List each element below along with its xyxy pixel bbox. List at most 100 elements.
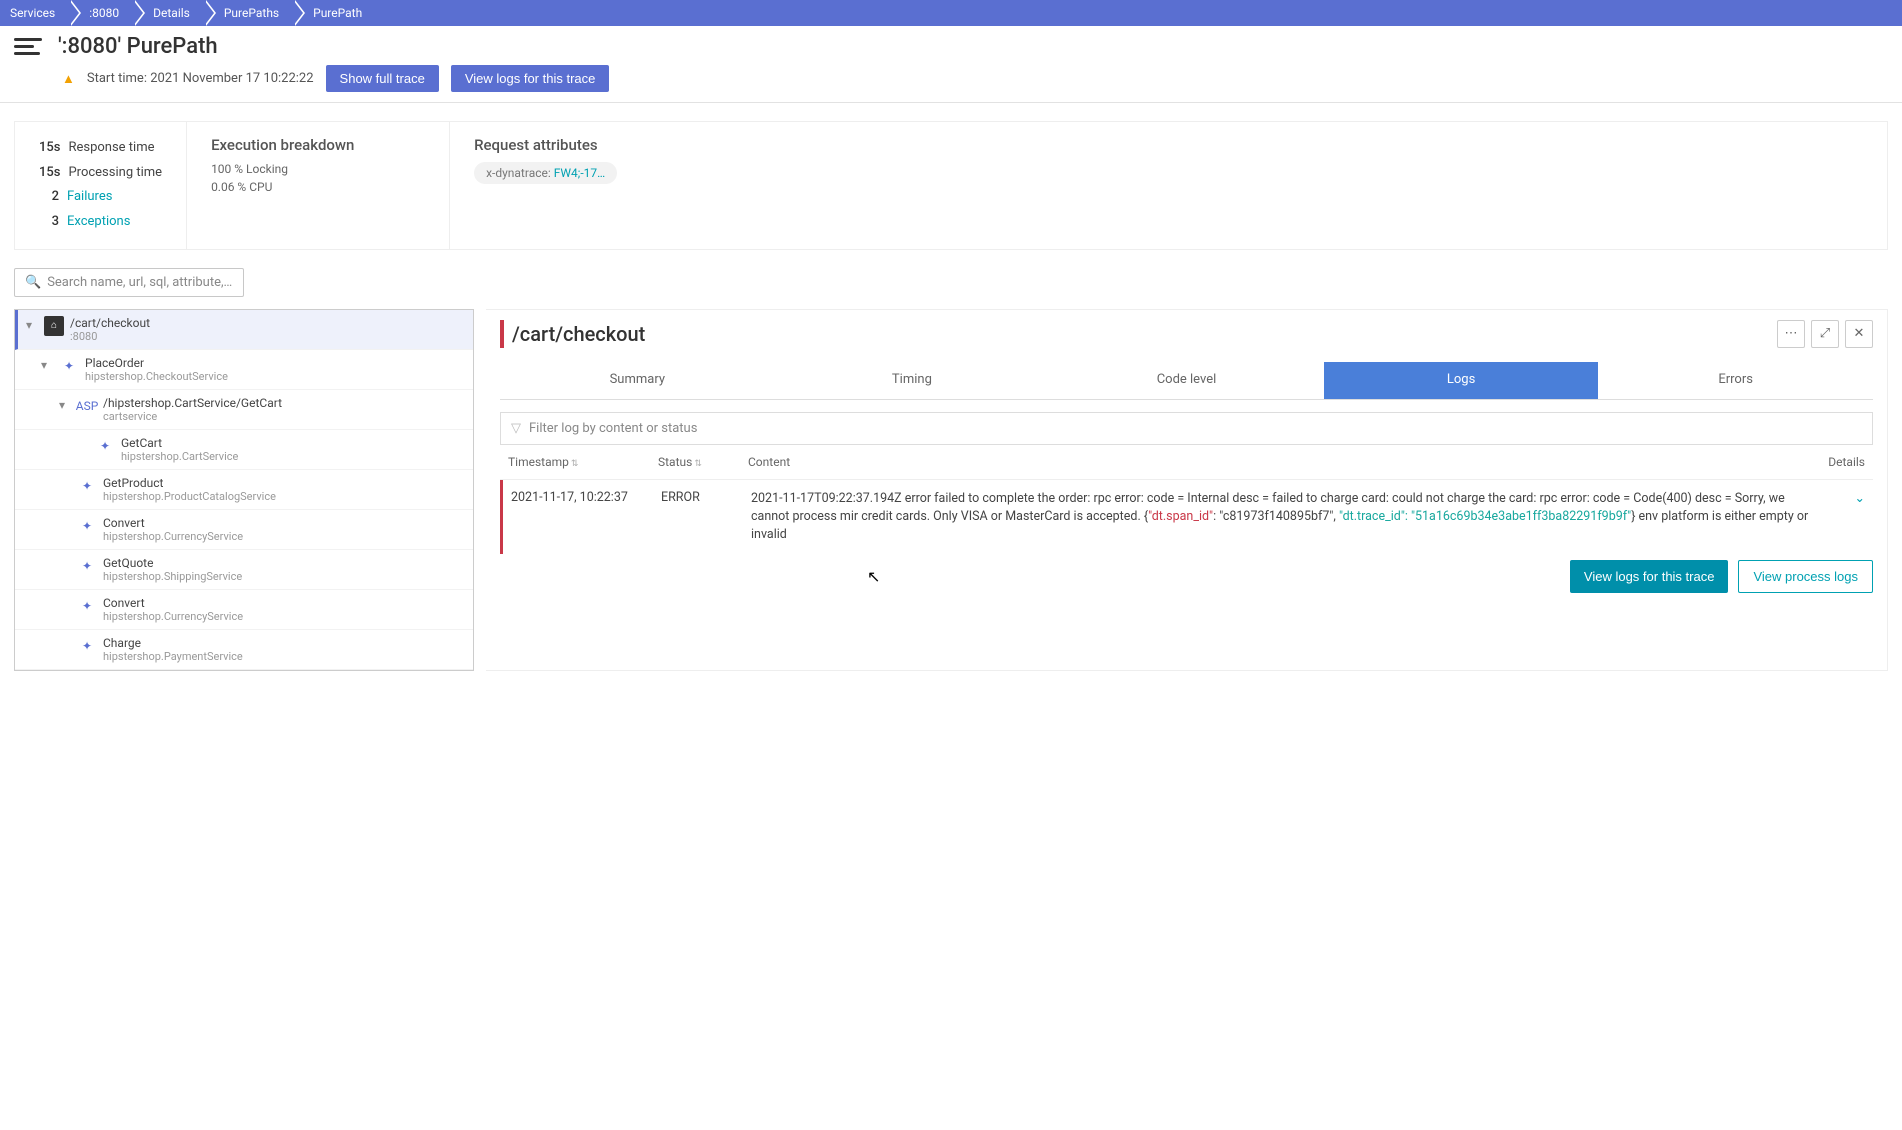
tab-logs[interactable]: Logs xyxy=(1324,362,1599,399)
sort-icon: ⇅ xyxy=(571,459,579,469)
tree-item-subtitle: hipstershop.CurrencyService xyxy=(103,610,243,623)
tree-item-title: /cart/checkout xyxy=(70,316,150,330)
tree-item-title: Charge xyxy=(103,636,243,650)
view-logs-button[interactable]: View logs for this trace xyxy=(451,65,610,92)
tree-item-subtitle: hipstershop.ProductCatalogService xyxy=(103,490,276,503)
attribute-pill[interactable]: x-dynatrace: FW4;-17… xyxy=(474,162,617,184)
tree-item[interactable]: ✦ GetCart hipstershop.CartService xyxy=(15,430,473,470)
tree-item[interactable]: ▾ ASP /hipstershop.CartService/GetCart c… xyxy=(15,390,473,430)
service-icon: ✦ xyxy=(77,476,97,496)
col-timestamp[interactable]: Timestamp⇅ xyxy=(508,455,658,469)
span-tree: ▾ ⌂ /cart/checkout :8080 ▾ ✦ PlaceOrder … xyxy=(14,309,474,671)
tree-item[interactable]: ▾ ✦ PlaceOrder hipstershop.CheckoutServi… xyxy=(15,350,473,390)
search-icon: 🔍 xyxy=(25,275,41,290)
stat-line[interactable]: 2 Failures xyxy=(39,185,162,210)
tree-item[interactable]: ✦ Charge hipstershop.PaymentService xyxy=(15,630,473,670)
tree-item-subtitle: hipstershop.PaymentService xyxy=(103,650,243,663)
stat-label: Failures xyxy=(67,185,112,210)
expand-button[interactable]: ⤢ xyxy=(1811,320,1839,348)
detail-panel: /cart/checkout ⋯ ⤢ ✕ SummaryTimingCode l… xyxy=(486,309,1888,671)
tree-item-title: GetQuote xyxy=(103,556,242,570)
tree-toggle-icon[interactable]: ▾ xyxy=(26,318,38,332)
view-process-logs-button[interactable]: View process logs xyxy=(1738,560,1873,593)
detail-title: /cart/checkout xyxy=(512,322,645,346)
expand-row-icon[interactable]: ⌄ xyxy=(1855,491,1865,506)
exec-label: 100 % Locking xyxy=(211,162,301,176)
tree-item[interactable]: ▾ ⌂ /cart/checkout :8080 xyxy=(15,310,473,350)
stat-label: Response time xyxy=(68,136,154,161)
log-table-header: Timestamp⇅ Status⇅ Content Details xyxy=(500,445,1873,480)
tree-item-title: GetCart xyxy=(121,436,238,450)
tab-summary[interactable]: Summary xyxy=(500,362,775,399)
exec-row: 100 % Locking xyxy=(211,162,425,176)
attribute-value: FW4;-17… xyxy=(554,166,605,180)
service-icon: ✦ xyxy=(77,596,97,616)
trace-id-key: "dt.trace_id" xyxy=(1339,509,1405,524)
log-row[interactable]: 2021-11-17, 10:22:37 ERROR 2021-11-17T09… xyxy=(500,480,1873,554)
stat-number: 2 xyxy=(39,185,59,210)
tree-toggle-icon[interactable]: ▾ xyxy=(41,358,53,372)
tree-item-title: PlaceOrder xyxy=(85,356,228,370)
tree-item[interactable]: ✦ GetProduct hipstershop.ProductCatalogS… xyxy=(15,470,473,510)
trace-id-val: : "51a16c69b34e3abe1ff3ba82291f9b9f" xyxy=(1405,509,1631,524)
exec-bar xyxy=(315,182,425,192)
tree-item[interactable]: ✦ Convert hipstershop.CurrencyService xyxy=(15,510,473,550)
stat-line: 15s Response time xyxy=(39,136,162,161)
tab-code-level[interactable]: Code level xyxy=(1049,362,1324,399)
stats-card: 15s Response time15sProcessing time2 Failu… xyxy=(15,122,187,249)
span-id-key: "dt.span_id" xyxy=(1148,509,1213,524)
stat-number: 15s xyxy=(39,136,60,161)
tree-item-subtitle: hipstershop.ShippingService xyxy=(103,570,242,583)
stat-number: 3 xyxy=(39,210,59,235)
breadcrumb-bar: Services:8080DetailsPurePathsPurePath xyxy=(0,0,1902,26)
search-placeholder: Search name, url, sql, attribute,… xyxy=(47,275,232,290)
stat-number: 15s xyxy=(39,161,60,186)
tab-timing[interactable]: Timing xyxy=(775,362,1050,399)
log-timestamp: 2021-11-17, 10:22:37 xyxy=(511,490,661,505)
service-icon: ✦ xyxy=(77,556,97,576)
request-attributes-title: Request attributes xyxy=(474,136,1863,154)
execution-card: Execution breakdown 100 % Locking0.06 % … xyxy=(187,122,450,249)
tree-item[interactable]: ✦ Convert hipstershop.CurrencyService xyxy=(15,590,473,630)
stat-line: 15sProcessing time xyxy=(39,161,162,186)
start-time-label: Start time: 2021 November 17 10:22:22 xyxy=(87,71,314,86)
view-logs-trace-button[interactable]: View logs for this trace xyxy=(1570,560,1729,593)
stat-line[interactable]: 3 Exceptions xyxy=(39,210,162,235)
tree-item[interactable]: ✦ GetQuote hipstershop.ShippingService xyxy=(15,550,473,590)
tree-item-subtitle: hipstershop.CheckoutService xyxy=(85,370,228,383)
execution-title: Execution breakdown xyxy=(211,136,425,154)
page-title: ':8080' PurePath xyxy=(58,34,218,59)
breadcrumb-item[interactable]: PurePath xyxy=(293,0,376,26)
service-icon: ✦ xyxy=(77,636,97,656)
breadcrumb-item[interactable]: PurePaths xyxy=(204,0,293,26)
warning-icon: ▲ xyxy=(62,71,75,87)
menu-icon[interactable] xyxy=(14,38,42,55)
col-details: Details xyxy=(1815,455,1865,469)
detail-tabs: SummaryTimingCode levelLogsErrors xyxy=(500,362,1873,400)
page-header: ':8080' PurePath ▲ Start time: 2021 Nove… xyxy=(0,26,1902,103)
filter-placeholder: Filter log by content or status xyxy=(529,421,697,436)
service-icon: ✦ xyxy=(77,516,97,536)
close-button[interactable]: ✕ xyxy=(1845,320,1873,348)
breadcrumb-item[interactable]: Services xyxy=(0,0,69,26)
service-icon: ✦ xyxy=(95,436,115,456)
request-attributes-card: Request attributes x-dynatrace: FW4;-17… xyxy=(450,122,1887,249)
more-actions-button[interactable]: ⋯ xyxy=(1777,320,1805,348)
tree-item-subtitle: hipstershop.CurrencyService xyxy=(103,530,243,543)
service-icon: ✦ xyxy=(59,356,79,376)
error-indicator xyxy=(500,320,504,348)
tree-toggle-icon[interactable]: ▾ xyxy=(59,398,71,412)
tree-item-title: GetProduct xyxy=(103,476,276,490)
sort-icon: ⇅ xyxy=(694,459,702,469)
col-status[interactable]: Status⇅ xyxy=(658,455,748,469)
overview-cards: 15s Response time15sProcessing time2 Failu… xyxy=(14,121,1888,250)
tab-errors[interactable]: Errors xyxy=(1598,362,1873,399)
search-input[interactable]: 🔍 Search name, url, sql, attribute,… xyxy=(14,268,244,297)
tree-item-title: /hipstershop.CartService/GetCart xyxy=(103,396,282,410)
stat-label: Exceptions xyxy=(67,210,130,235)
filter-icon: ▽ xyxy=(511,421,521,436)
tree-item-title: Convert xyxy=(103,596,243,610)
tree-item-subtitle: :8080 xyxy=(70,330,150,343)
log-filter-input[interactable]: ▽ Filter log by content or status xyxy=(500,412,1873,445)
show-full-trace-button[interactable]: Show full trace xyxy=(326,65,439,92)
